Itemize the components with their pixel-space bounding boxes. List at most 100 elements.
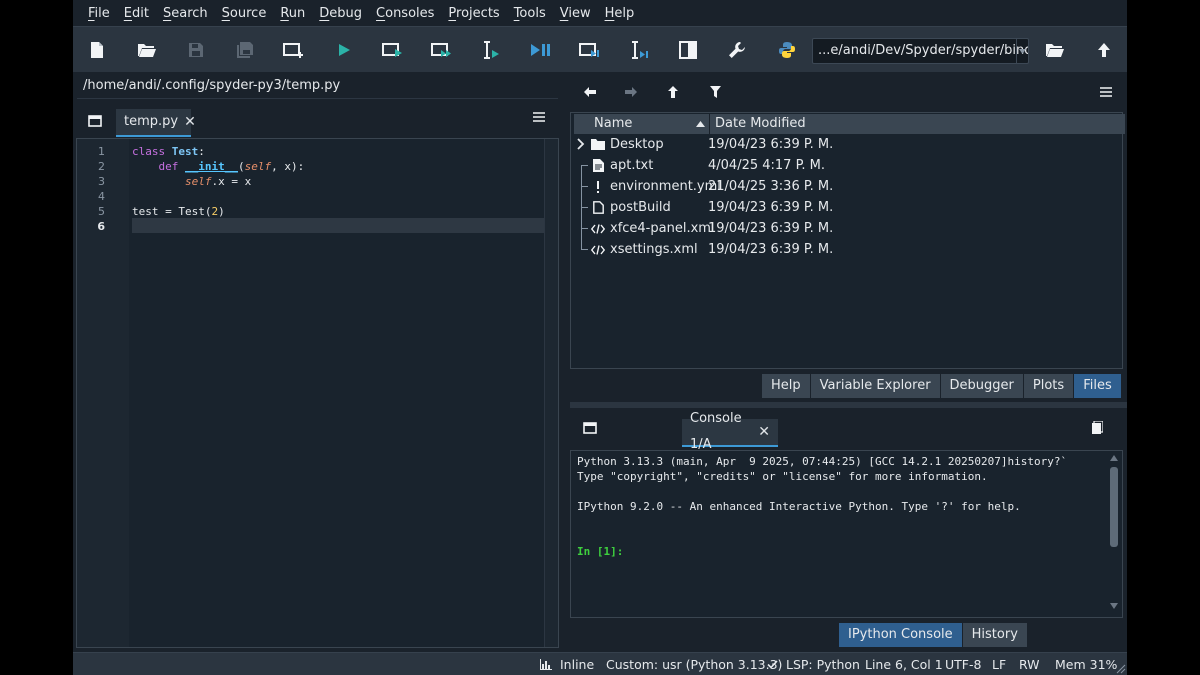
menu-tools[interactable]: Tools: [507, 6, 553, 21]
editor-file-path: /home/andi/.config/spyder-py3/temp.py: [83, 78, 341, 93]
pane-splitter[interactable]: [562, 72, 570, 652]
menu-projects[interactable]: Projects: [441, 6, 506, 21]
tab-temp-py[interactable]: temp.py ✕: [116, 109, 196, 137]
file-date: 19/04/23 6:39 P. M.: [708, 221, 834, 236]
save-icon[interactable]: [183, 37, 209, 63]
column-header-name[interactable]: Name: [574, 114, 710, 134]
console-output-line: IPython 9.2.0 -- An enhanced Interactive…: [577, 500, 1021, 513]
file-date: 19/04/23 6:39 P. M.: [708, 242, 834, 257]
tab-help[interactable]: Help: [762, 374, 811, 398]
working-directory-combo[interactable]: ...e/andi/Dev/Spyder/spyder/binder: [812, 38, 1029, 64]
file-date: 21/04/25 3:36 P. M.: [708, 179, 834, 194]
browse-tabs-icon[interactable]: [84, 110, 106, 132]
menu-consoles[interactable]: Consoles: [369, 6, 441, 21]
file-tree[interactable]: Name Date Modified Desktop 19/04/23 6:39…: [570, 112, 1126, 369]
create-cell-icon[interactable]: [281, 37, 307, 63]
menu-file[interactable]: File: [81, 6, 117, 21]
files-toolbar: [570, 72, 1127, 112]
menu-edit[interactable]: Edit: [117, 6, 156, 21]
new-file-icon[interactable]: [84, 37, 110, 63]
code-area[interactable]: class Test: def __init__(self, x): self.…: [132, 139, 544, 647]
maximize-pane-icon[interactable]: [675, 37, 701, 63]
filter-icon[interactable]: [704, 81, 726, 103]
debug-selection-icon[interactable]: [626, 37, 652, 63]
code-line-5: test = Test(2): [132, 205, 225, 218]
preferences-wrench-icon[interactable]: [724, 37, 750, 63]
scroll-up-icon[interactable]: [1110, 455, 1118, 461]
code-line-2: def __init__(self, x):: [158, 160, 305, 173]
line-number: 1: [98, 145, 105, 158]
tab-ipython-console[interactable]: IPython Console: [839, 623, 963, 647]
tab-variable-explorer[interactable]: Variable Explorer: [810, 374, 941, 398]
parent-directory-icon[interactable]: [1091, 37, 1117, 63]
chevron-down-icon[interactable]: [1016, 39, 1028, 63]
tab-history[interactable]: History: [962, 623, 1028, 647]
file-date: 19/04/23 6:39 P. M.: [708, 137, 834, 152]
status-bar: Inline Custom: usr (Python 3.13.3) LSP: …: [73, 652, 1127, 675]
menu-debug[interactable]: Debug: [312, 6, 369, 21]
folder-icon: [591, 138, 605, 152]
menu-view[interactable]: View: [553, 6, 598, 21]
run-icon[interactable]: [331, 37, 357, 63]
console-output-line: Type "copyright", "credits" or "license"…: [577, 470, 988, 483]
code-file-icon: [591, 243, 605, 257]
console-pane-tabs: IPython Console History: [839, 623, 1028, 647]
resize-grip-icon[interactable]: [1116, 664, 1126, 674]
back-arrow-icon[interactable]: [579, 81, 601, 103]
bar-chart-icon: [540, 659, 552, 670]
editor-scrollbar[interactable]: [544, 139, 558, 647]
debug-icon[interactable]: [527, 37, 553, 63]
file-row[interactable]: Desktop 19/04/23 6:39 P. M.: [571, 134, 1122, 155]
scrollbar-thumb[interactable]: [1110, 467, 1118, 547]
current-line-highlight: [132, 218, 544, 233]
close-icon[interactable]: ✕: [184, 109, 196, 135]
status-plots-mode[interactable]: Inline: [560, 657, 594, 672]
file-row[interactable]: environment.yml 21/04/25 3:36 P. M.: [571, 176, 1122, 197]
menu-run[interactable]: Run: [273, 6, 312, 21]
exclamation-file-icon: [591, 180, 605, 194]
ipython-console[interactable]: Python 3.13.3 (main, Apr 9 2025, 07:44:2…: [570, 450, 1123, 618]
menu-source[interactable]: Source: [215, 6, 274, 21]
file-row[interactable]: xfce4-panel.xml 19/04/23 6:39 P. M.: [571, 218, 1122, 239]
options-menu-icon[interactable]: [528, 106, 550, 128]
browse-tabs-icon[interactable]: [579, 417, 601, 439]
run-cell-icon[interactable]: [380, 37, 406, 63]
menu-help[interactable]: Help: [598, 6, 642, 21]
line-number: 4: [98, 190, 105, 203]
console-prompt[interactable]: In [1]:: [577, 545, 623, 558]
file-name: xfce4-panel.xml: [610, 221, 715, 236]
column-header-date[interactable]: Date Modified: [710, 114, 1126, 134]
run-selection-icon[interactable]: [478, 37, 504, 63]
tab-console-1a[interactable]: Console 1/A ✕: [682, 411, 778, 452]
save-all-icon[interactable]: [232, 37, 258, 63]
open-file-icon[interactable]: [134, 37, 160, 63]
debug-cell-icon[interactable]: [577, 37, 603, 63]
tab-debugger[interactable]: Debugger: [940, 374, 1024, 398]
code-editor[interactable]: 1 2 3 4 5 6 class Test: def __init__(sel…: [76, 138, 559, 648]
status-lsp[interactable]: LSP: Python: [786, 657, 860, 672]
file-row[interactable]: xsettings.xml 19/04/23 6:39 P. M.: [571, 239, 1122, 260]
forward-arrow-icon[interactable]: [620, 81, 642, 103]
file-row[interactable]: postBuild 19/04/23 6:39 P. M.: [571, 197, 1122, 218]
browse-directory-icon[interactable]: [1042, 37, 1068, 63]
text-file-icon: [591, 159, 605, 173]
close-icon[interactable]: ✕: [758, 419, 770, 445]
scroll-down-icon[interactable]: [1110, 603, 1118, 609]
tab-label: temp.py: [124, 114, 179, 129]
tab-files[interactable]: Files: [1074, 374, 1122, 398]
code-file-icon: [591, 222, 605, 236]
menu-search[interactable]: Search: [156, 6, 215, 21]
up-arrow-icon[interactable]: [662, 81, 684, 103]
run-cell-advance-icon[interactable]: [429, 37, 455, 63]
spyder-window: File Edit Search Source Run Debug Consol…: [73, 0, 1127, 675]
console-scrollbar[interactable]: [1108, 453, 1120, 615]
clipboard-icon[interactable]: [1086, 416, 1108, 438]
tab-plots[interactable]: Plots: [1023, 374, 1075, 398]
file-row[interactable]: apt.txt 4/04/25 4:17 P. M.: [571, 155, 1122, 176]
file-name: apt.txt: [610, 158, 654, 173]
file-name: postBuild: [610, 200, 671, 215]
status-interpreter[interactable]: Custom: usr (Python 3.13.3): [606, 657, 782, 672]
python-path-icon[interactable]: [774, 37, 800, 63]
chevron-right-icon[interactable]: [577, 138, 585, 154]
options-menu-icon[interactable]: [1095, 81, 1117, 103]
